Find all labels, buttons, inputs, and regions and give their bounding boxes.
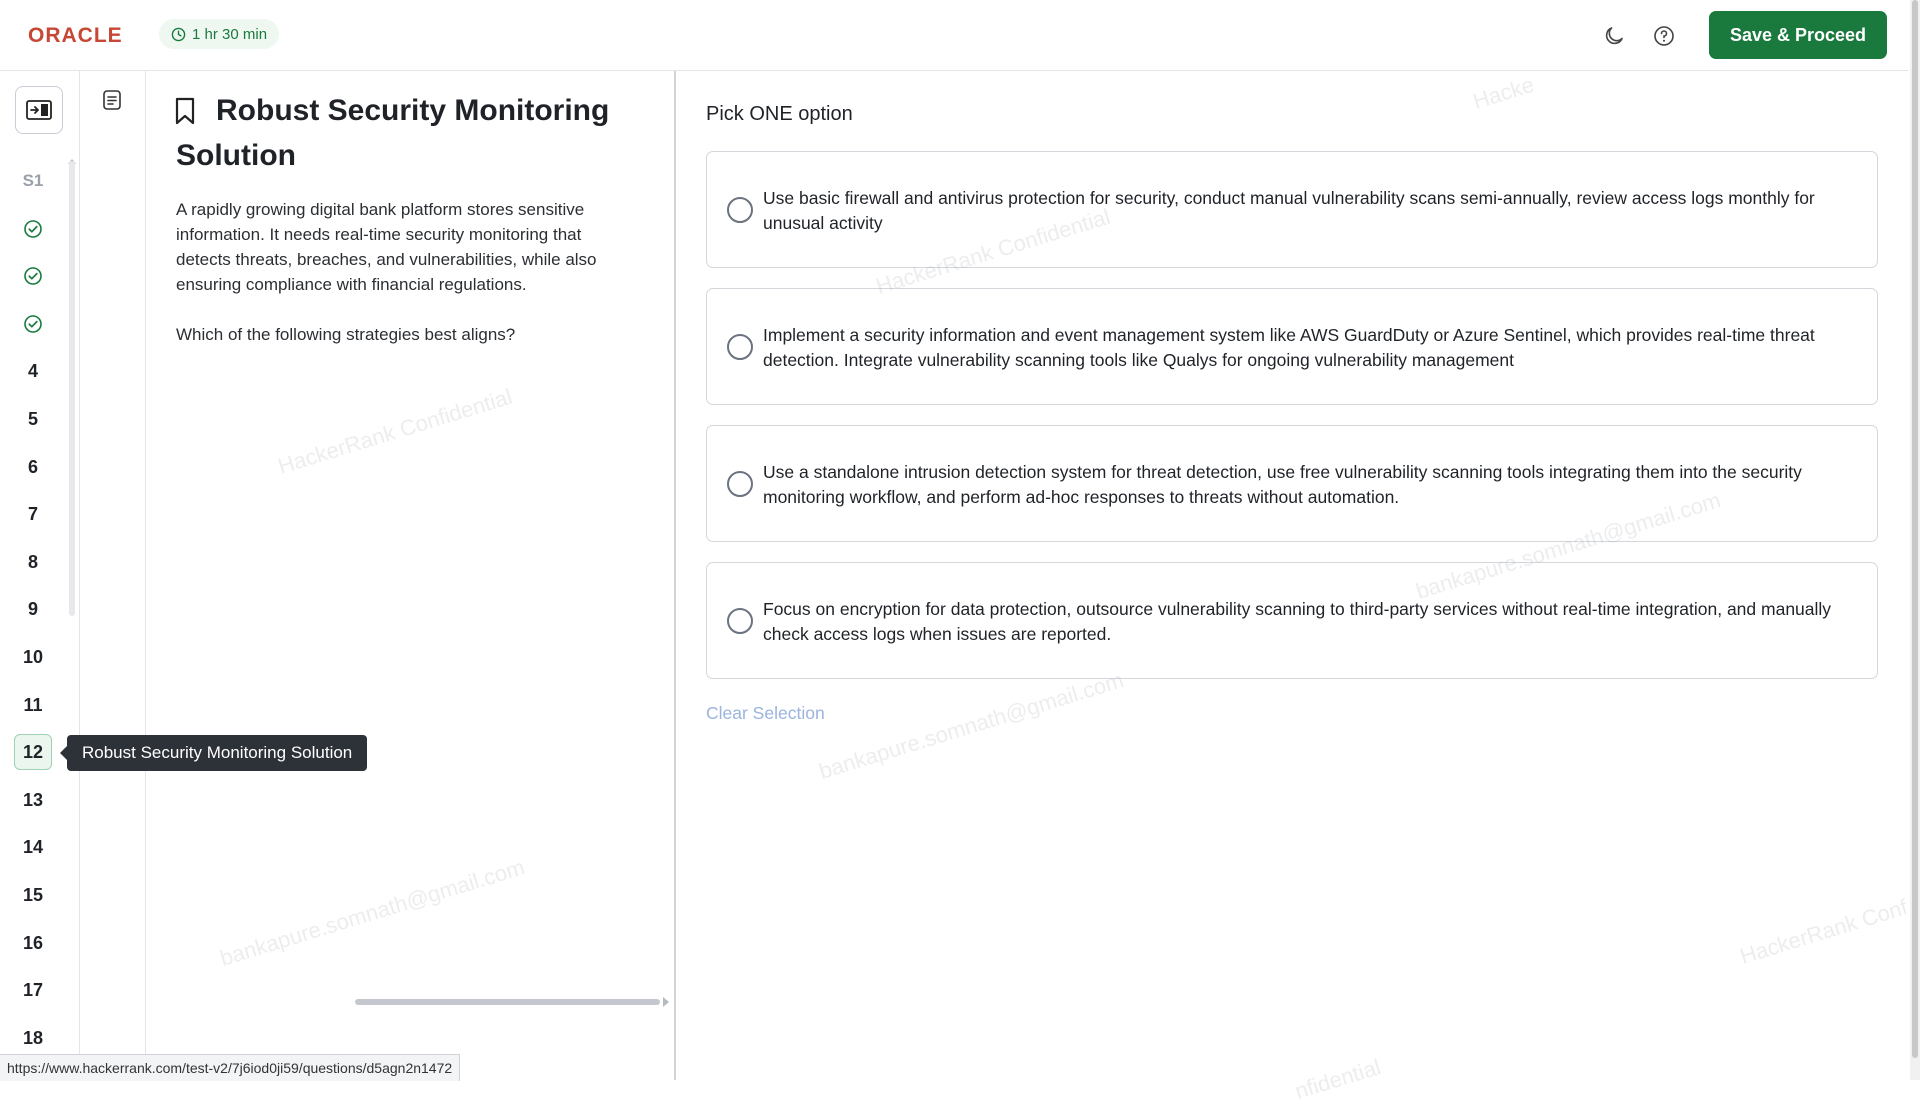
nav-scrollbar[interactable] (69, 161, 75, 616)
panel-toggle-icon (26, 100, 52, 120)
answer-option[interactable]: Focus on encryption for data protection,… (706, 562, 1878, 679)
collapse-panel-button[interactable] (15, 86, 63, 134)
radio-button[interactable] (727, 197, 753, 223)
question-title: Robust Security Monitoring Solution (176, 94, 610, 172)
check-circle-icon (24, 220, 42, 238)
scroll-right-arrow[interactable] (663, 997, 669, 1007)
clear-selection-link[interactable]: Clear Selection (706, 703, 825, 724)
answer-option[interactable]: Implement a security information and eve… (706, 288, 1878, 405)
timer-badge: 1 hr 30 min (159, 19, 280, 49)
check-circle-icon (24, 315, 42, 333)
question-tools-column (80, 71, 146, 1080)
answer-instruction: Pick ONE option (706, 103, 853, 125)
nav-question-number[interactable]: 4 (14, 353, 52, 389)
nav-question-number[interactable]: 16 (14, 925, 52, 961)
nav-item-completed[interactable] (14, 306, 52, 342)
top-header: ORACLE 1 hr 30 min Save & Proceed (0, 0, 1908, 71)
help-button[interactable] (1648, 20, 1680, 52)
question-panel: Robust Security Monitoring Solution A ra… (146, 71, 676, 1080)
nav-question-number[interactable]: 12 (14, 734, 52, 770)
option-text: Use a standalone intrusion detection sys… (763, 462, 1802, 507)
status-bar-url: https://www.hackerrank.com/test-v2/7j6io… (0, 1054, 461, 1081)
horizontal-scrollbar[interactable] (355, 999, 660, 1005)
question-nav: S1 4 5 6 7 8 9 10 11 12 13 14 15 16 17 18 (0, 71, 80, 1080)
question-body: A rapidly growing digital bank platform … (176, 197, 616, 372)
clock-icon (171, 27, 186, 41)
radio-button[interactable] (727, 471, 753, 497)
option-text: Implement a security information and eve… (763, 325, 1815, 370)
nav-question-number[interactable]: 10 (14, 639, 52, 675)
option-text: Use basic firewall and antivirus protect… (763, 188, 1815, 233)
nav-question-number[interactable]: 9 (14, 591, 52, 627)
nav-question-number[interactable]: 6 (14, 449, 52, 485)
radio-button[interactable] (727, 608, 753, 634)
check-circle-icon (24, 267, 42, 285)
nav-item-completed[interactable] (14, 258, 52, 294)
nav-question-number[interactable]: 7 (14, 496, 52, 532)
oracle-logo: ORACLE (28, 24, 123, 47)
nav-question-number[interactable]: 18 (14, 1020, 52, 1056)
answer-option[interactable]: Use a standalone intrusion detection sys… (706, 425, 1878, 542)
nav-question-number[interactable]: 13 (14, 782, 52, 818)
question-tooltip: Robust Security Monitoring Solution (59, 735, 368, 771)
nav-question-number[interactable]: 14 (14, 829, 52, 865)
moon-icon (1605, 27, 1623, 45)
dark-mode-toggle[interactable] (1598, 20, 1630, 52)
option-text: Focus on encryption for data protection,… (763, 599, 1832, 644)
timer-text: 1 hr 30 min (192, 25, 268, 43)
radio-button[interactable] (727, 334, 753, 360)
nav-item-completed[interactable] (14, 211, 52, 247)
answer-panel: Pick ONE option Use basic firewall and a… (676, 71, 1908, 1080)
nav-question-number[interactable]: 8 (14, 544, 52, 580)
nav-question-number[interactable]: 5 (14, 401, 52, 437)
question-paragraph: A rapidly growing digital bank platform … (176, 200, 597, 294)
document-icon[interactable] (100, 88, 124, 112)
help-icon (1654, 26, 1674, 46)
page-scrollbar-thumb[interactable] (1912, 0, 1918, 1058)
nav-question-number[interactable]: 17 (14, 972, 52, 1008)
answer-option[interactable]: Use basic firewall and antivirus protect… (706, 151, 1878, 268)
save-and-proceed-button[interactable]: Save & Proceed (1709, 11, 1887, 59)
question-prompt: Which of the following strategies best a… (176, 325, 516, 344)
nav-question-number[interactable]: 11 (14, 687, 52, 723)
nav-question-number[interactable]: 15 (14, 877, 52, 913)
nav-section-label[interactable]: S1 (14, 163, 52, 199)
